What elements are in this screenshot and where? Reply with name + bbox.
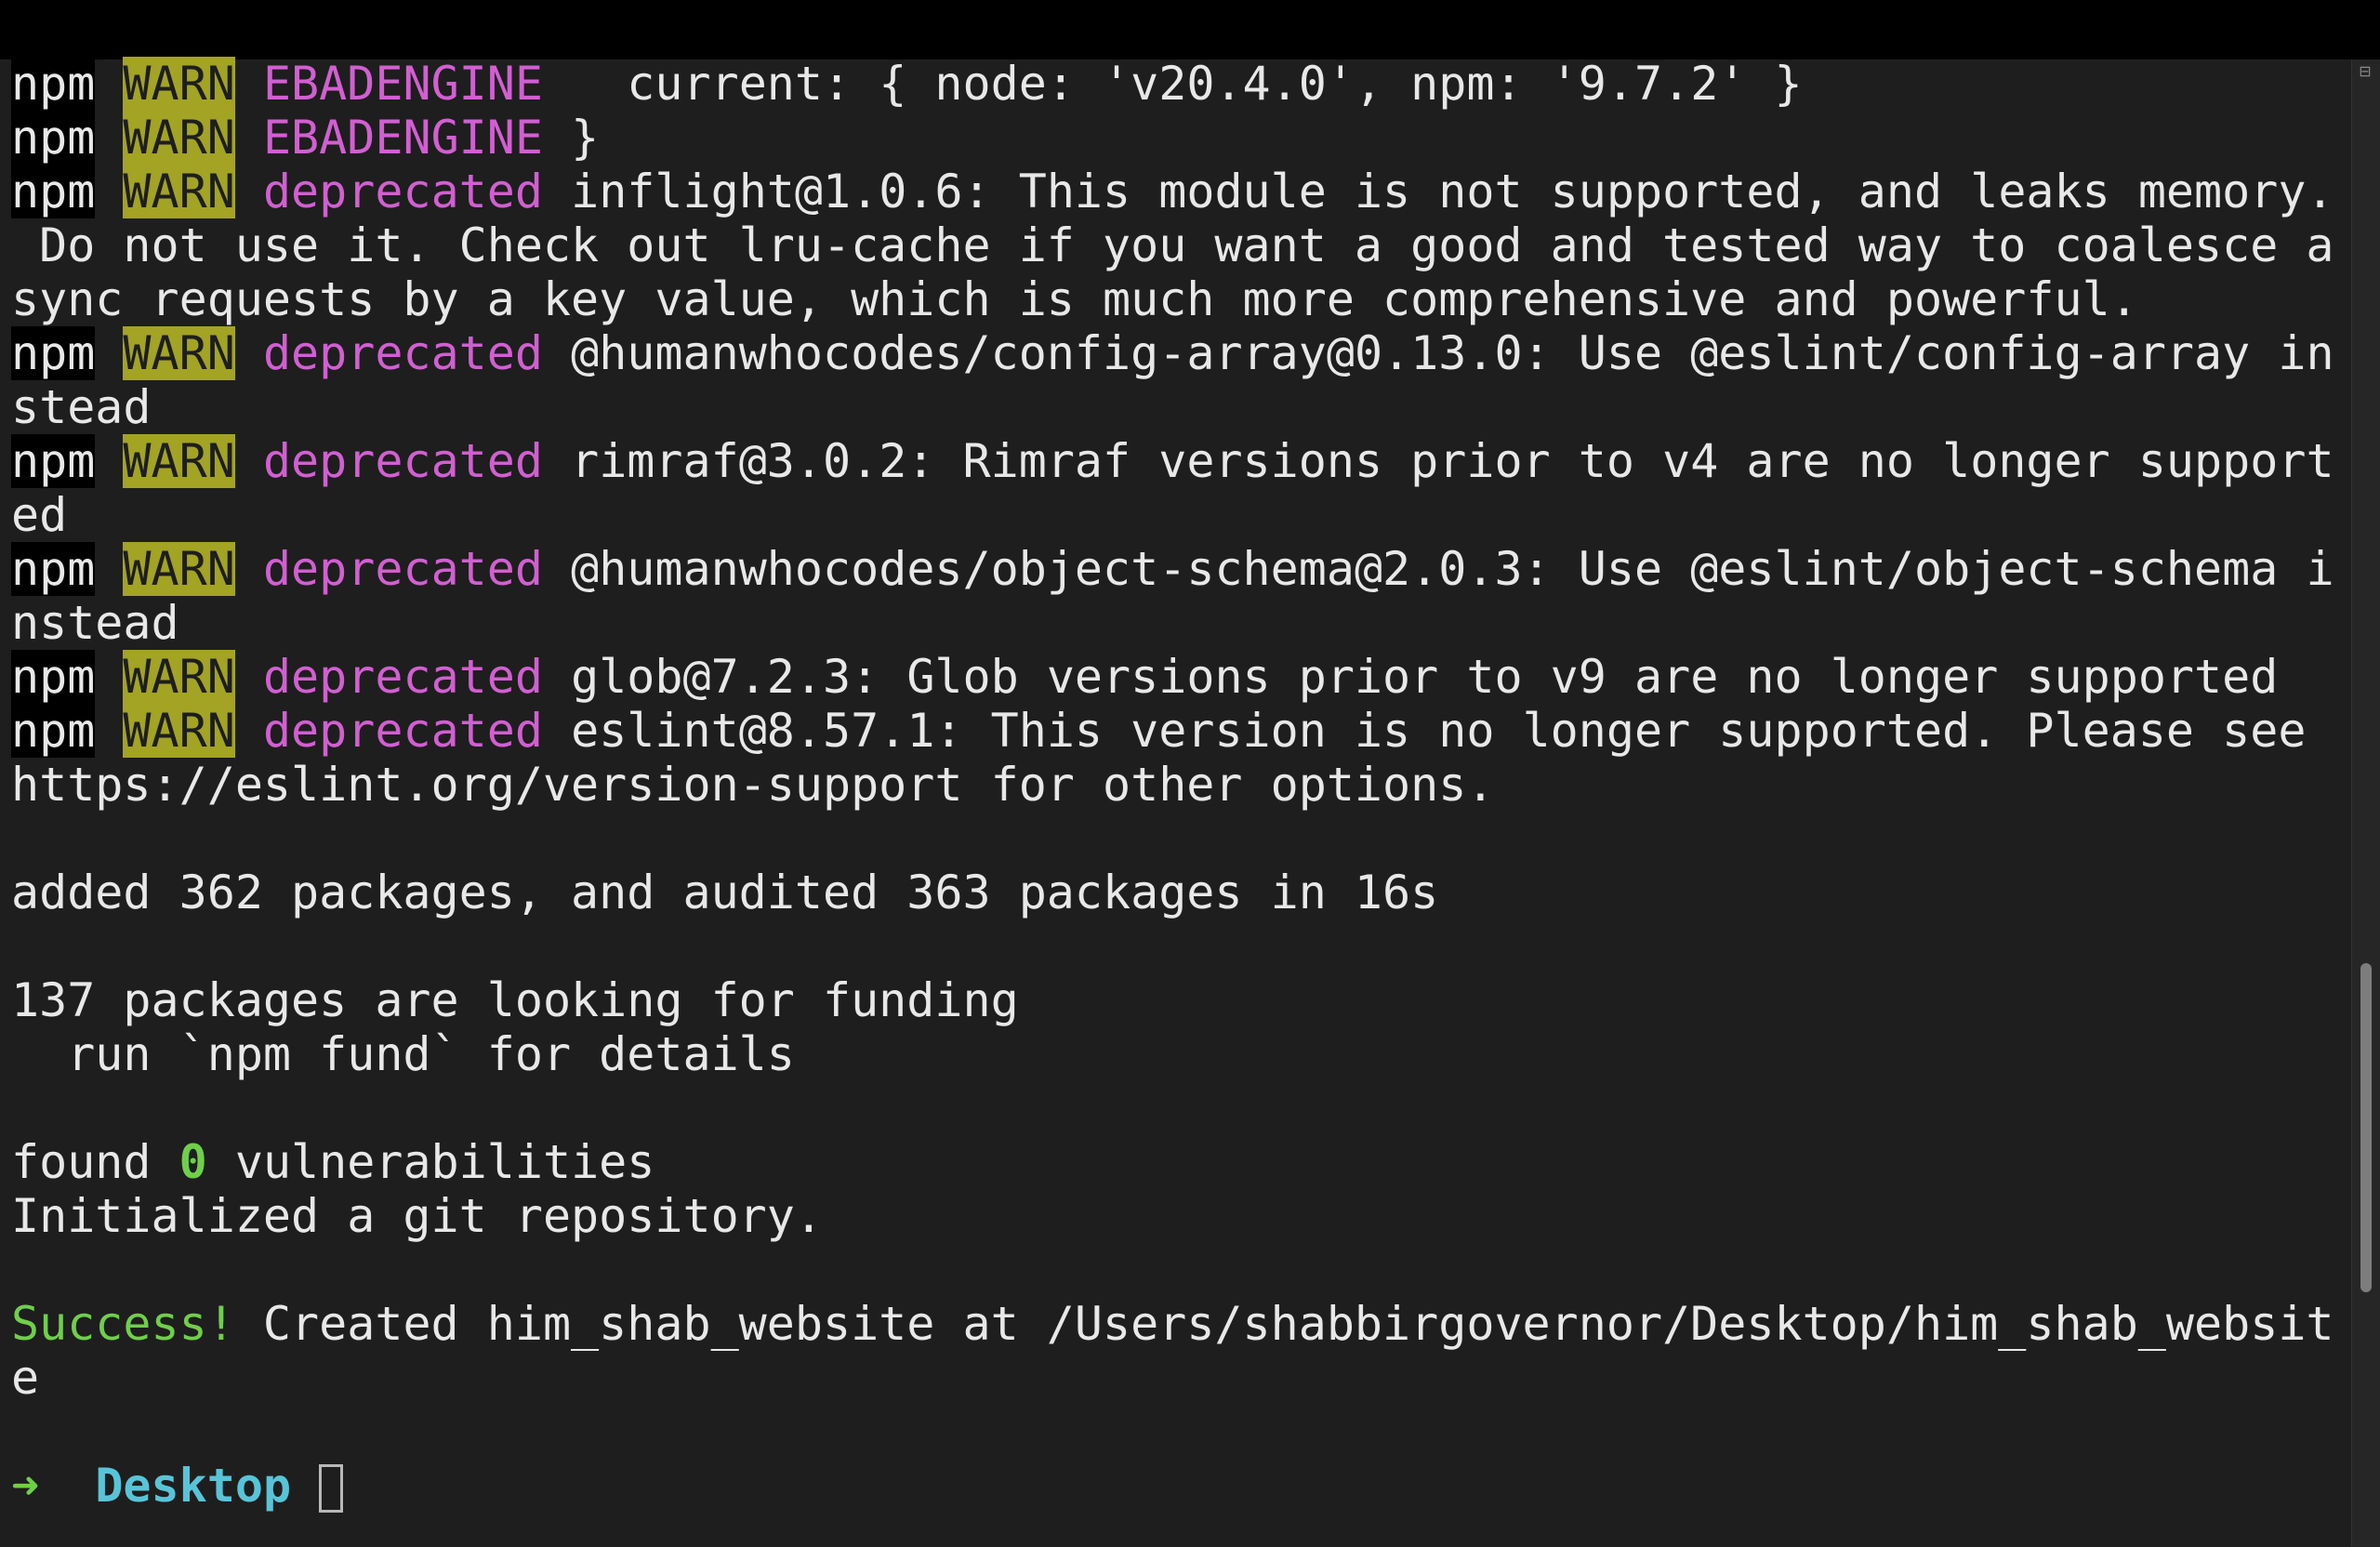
warn-badge: WARN xyxy=(123,542,235,596)
npm-prefix: npm xyxy=(11,434,96,488)
warn-badge: WARN xyxy=(123,326,235,380)
vulnerability-count: 0 xyxy=(178,1135,207,1189)
scrollbar-thumb[interactable] xyxy=(2360,963,2372,1292)
output-text: added 362 packages, and audited 363 pack… xyxy=(11,866,1439,919)
warn-badge: WARN xyxy=(123,165,235,218)
terminal-line: nstead xyxy=(11,596,2335,650)
vuln-text: vulnerabilities xyxy=(206,1135,655,1189)
npm-prefix: npm xyxy=(11,165,96,218)
terminal-line: npm WARN deprecated @humanwhocodes/confi… xyxy=(11,326,2335,380)
terminal-line: Do not use it. Check out lru-cache if yo… xyxy=(11,218,2335,272)
output-text: Initialized a git repository. xyxy=(11,1189,823,1243)
warn-message: current: { node: 'v20.4.0', npm: '9.7.2'… xyxy=(542,57,1803,111)
npm-prefix: npm xyxy=(11,542,96,596)
text-cursor[interactable] xyxy=(319,1464,344,1513)
warn-badge: WARN xyxy=(123,111,235,165)
terminal-line: Success! Created him_shab_website at /Us… xyxy=(11,1297,2335,1351)
warn-message: } xyxy=(542,111,600,165)
warn-badge: WARN xyxy=(123,650,235,704)
terminal-line: ed xyxy=(11,488,2335,542)
terminal-line: npm WARN deprecated glob@7.2.3: Glob ver… xyxy=(11,650,2335,704)
output-text: Do not use it. Check out lru-cache if yo… xyxy=(11,218,2334,272)
terminal-line: found 0 vulnerabilities xyxy=(11,1135,2335,1189)
title-bar[interactable] xyxy=(0,0,2380,60)
output-text: stead xyxy=(11,380,152,434)
warn-message: rimraf@3.0.2: Rimraf versions prior to v… xyxy=(542,434,2334,488)
terminal-line: npm WARN deprecated eslint@8.57.1: This … xyxy=(11,704,2335,758)
terminal-line: npm WARN EBADENGINE } xyxy=(11,111,2335,165)
terminal-line: npm WARN deprecated @humanwhocodes/objec… xyxy=(11,542,2335,596)
terminal-line: e xyxy=(11,1351,2335,1405)
vuln-text: found xyxy=(11,1135,179,1189)
terminal-line: stead xyxy=(11,380,2335,434)
warn-message: @humanwhocodes/object-schema@2.0.3: Use … xyxy=(542,542,2334,596)
terminal-line: npm WARN deprecated rimraf@3.0.2: Rimraf… xyxy=(11,434,2335,488)
output-text: sync requests by a key value, which is m… xyxy=(11,272,2138,326)
output-text: e xyxy=(11,1351,40,1405)
output-text: 137 packages are looking for funding xyxy=(11,973,1019,1027)
terminal-line: sync requests by a key value, which is m… xyxy=(11,272,2335,326)
npm-prefix: npm xyxy=(11,650,96,704)
warn-keyword: deprecated xyxy=(262,165,543,218)
success-label: Success! xyxy=(11,1297,235,1351)
scroll-indicator-icon: ⊟ xyxy=(2359,62,2372,80)
success-message: Created him_shab_website at /Users/shabb… xyxy=(234,1297,2334,1351)
warn-message: @humanwhocodes/config-array@0.13.0: Use … xyxy=(542,326,2334,380)
terminal-output[interactable]: npm WARN EBADENGINE current: { node: 'v2… xyxy=(11,57,2335,1544)
terminal-window: npm WARN EBADENGINE current: { node: 'v2… xyxy=(0,0,2380,1547)
terminal-line: https://eslint.org/version-support for o… xyxy=(11,758,2335,812)
warn-badge: WARN xyxy=(123,704,235,758)
npm-prefix: npm xyxy=(11,326,96,380)
terminal-line: 137 packages are looking for funding xyxy=(11,973,2335,1027)
warn-message: glob@7.2.3: Glob versions prior to v9 ar… xyxy=(542,650,2279,704)
terminal-line: Initialized a git repository. xyxy=(11,1189,2335,1243)
output-text: run `npm fund` for details xyxy=(11,1027,795,1081)
warn-keyword: deprecated xyxy=(262,704,543,758)
npm-prefix: npm xyxy=(11,57,96,111)
prompt-arrow-icon: ➜ xyxy=(11,1459,40,1513)
shell-prompt: ➜ Desktop xyxy=(11,1459,2335,1513)
output-text: ed xyxy=(11,488,68,542)
terminal-line: npm WARN deprecated inflight@1.0.6: This… xyxy=(11,165,2335,218)
warn-badge: WARN xyxy=(123,434,235,488)
warn-badge: WARN xyxy=(123,57,235,111)
warn-message: inflight@1.0.6: This module is not suppo… xyxy=(542,165,2334,218)
prompt-directory: Desktop xyxy=(95,1459,292,1513)
npm-prefix: npm xyxy=(11,111,96,165)
output-text: nstead xyxy=(11,596,179,650)
warn-keyword: deprecated xyxy=(262,434,543,488)
warn-keyword: EBADENGINE xyxy=(262,57,543,111)
warn-keyword: deprecated xyxy=(262,542,543,596)
warn-keyword: EBADENGINE xyxy=(262,111,543,165)
warn-keyword: deprecated xyxy=(262,650,543,704)
terminal-line: added 362 packages, and audited 363 pack… xyxy=(11,866,2335,919)
warn-message: eslint@8.57.1: This version is no longer… xyxy=(542,704,2307,758)
output-text: https://eslint.org/version-support for o… xyxy=(11,758,1495,812)
terminal-line: run `npm fund` for details xyxy=(11,1027,2335,1081)
terminal-line: npm WARN EBADENGINE current: { node: 'v2… xyxy=(11,57,2335,111)
npm-prefix: npm xyxy=(11,704,96,758)
warn-keyword: deprecated xyxy=(262,326,543,380)
vertical-scrollbar[interactable]: ⊟ xyxy=(2351,60,2380,1547)
